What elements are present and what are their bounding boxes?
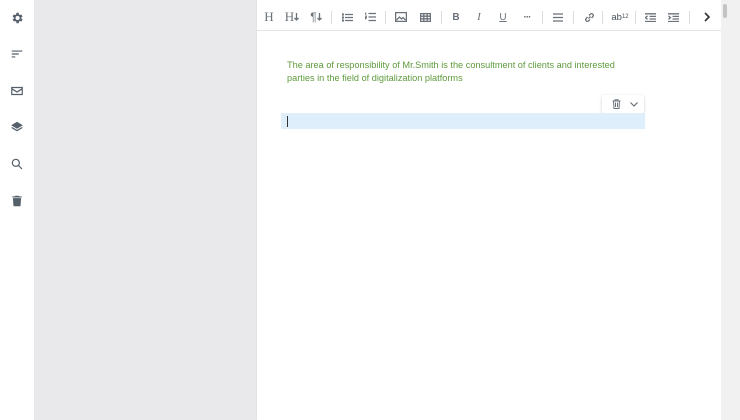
- superscript-button[interactable]: ab 12: [609, 6, 631, 28]
- heading-level-button[interactable]: H: [284, 6, 300, 28]
- table-icon: [419, 12, 431, 22]
- chevron-down-icon: [630, 101, 638, 107]
- search-icon: [11, 158, 23, 170]
- mail-icon: [11, 86, 23, 96]
- editor: H H ¶ B I U ··· ab 12 The area of respon…: [257, 0, 721, 420]
- sort-icon: [11, 50, 23, 58]
- toolbar-divider: [635, 11, 636, 24]
- active-text-line[interactable]: [281, 113, 645, 129]
- numbered-list-icon: [364, 12, 376, 22]
- toolbar-divider: [602, 11, 603, 24]
- more-icon: ···: [523, 11, 532, 23]
- paragraph-block[interactable]: The area of responsibility of Mr.Smith i…: [287, 59, 627, 84]
- sidebar-item-layers[interactable]: [7, 117, 27, 137]
- canvas-background: [35, 0, 257, 420]
- chevron-right-icon: [704, 12, 710, 22]
- superscript-exp: 12: [621, 14, 629, 20]
- underline-icon: U: [499, 11, 507, 23]
- sidebar-item-delete[interactable]: [7, 191, 27, 211]
- indent-button[interactable]: [666, 6, 680, 28]
- sidebar: [0, 0, 35, 420]
- underline-button[interactable]: U: [497, 6, 509, 28]
- superscript-base: ab: [611, 11, 622, 23]
- sidebar-item-settings[interactable]: [7, 8, 27, 28]
- heading-level-icon: H: [284, 9, 295, 24]
- bullet-list-icon: [341, 12, 353, 22]
- sort-down-icon: [294, 13, 300, 21]
- gear-icon: [12, 12, 23, 24]
- align-button[interactable]: [551, 6, 565, 28]
- delete-block-button[interactable]: [610, 98, 622, 110]
- sidebar-item-mail[interactable]: [7, 81, 27, 101]
- sidebar-item-sort[interactable]: [7, 44, 27, 64]
- link-button[interactable]: [582, 6, 596, 28]
- heading-icon: H: [264, 9, 274, 24]
- paragraph-text: The area of responsibility of Mr.Smith i…: [287, 60, 615, 83]
- toolbar-divider: [573, 11, 574, 24]
- vertical-scrollbar[interactable]: [721, 0, 740, 420]
- outdent-icon: [644, 12, 656, 22]
- toolbar-divider: [331, 11, 332, 24]
- insert-table-button[interactable]: [418, 6, 432, 28]
- sidebar-item-search[interactable]: [7, 154, 27, 174]
- bold-button[interactable]: B: [450, 6, 462, 28]
- toolbar-divider: [441, 11, 442, 24]
- align-icon: [553, 12, 563, 22]
- block-toolbar: [602, 95, 644, 113]
- sort-down-icon: [316, 13, 322, 21]
- layers-icon: [11, 121, 23, 132]
- block-options-button[interactable]: [628, 98, 640, 110]
- paragraph-button[interactable]: ¶: [308, 6, 324, 28]
- toolbar-next-button[interactable]: [700, 6, 714, 28]
- italic-button[interactable]: I: [473, 6, 485, 28]
- italic-icon: I: [477, 11, 481, 23]
- indent-icon: [667, 12, 679, 22]
- insert-image-button[interactable]: [394, 6, 408, 28]
- toolbar-divider: [689, 11, 690, 24]
- trash-icon: [12, 195, 22, 207]
- bullet-list-button[interactable]: [340, 6, 354, 28]
- text-cursor: [287, 116, 288, 127]
- toolbar-divider: [542, 11, 543, 24]
- trash-icon: [612, 99, 620, 109]
- scrollbar-thumb[interactable]: [723, 4, 727, 18]
- toolbar-divider: [385, 11, 386, 24]
- numbered-list-button[interactable]: [363, 6, 377, 28]
- bold-icon: B: [452, 11, 460, 23]
- editor-toolbar: H H ¶ B I U ··· ab 12: [257, 4, 721, 31]
- link-icon: [584, 12, 594, 22]
- more-formatting-button[interactable]: ···: [520, 6, 534, 28]
- heading-button[interactable]: H: [262, 6, 276, 28]
- image-icon: [395, 12, 407, 22]
- outdent-button[interactable]: [643, 6, 657, 28]
